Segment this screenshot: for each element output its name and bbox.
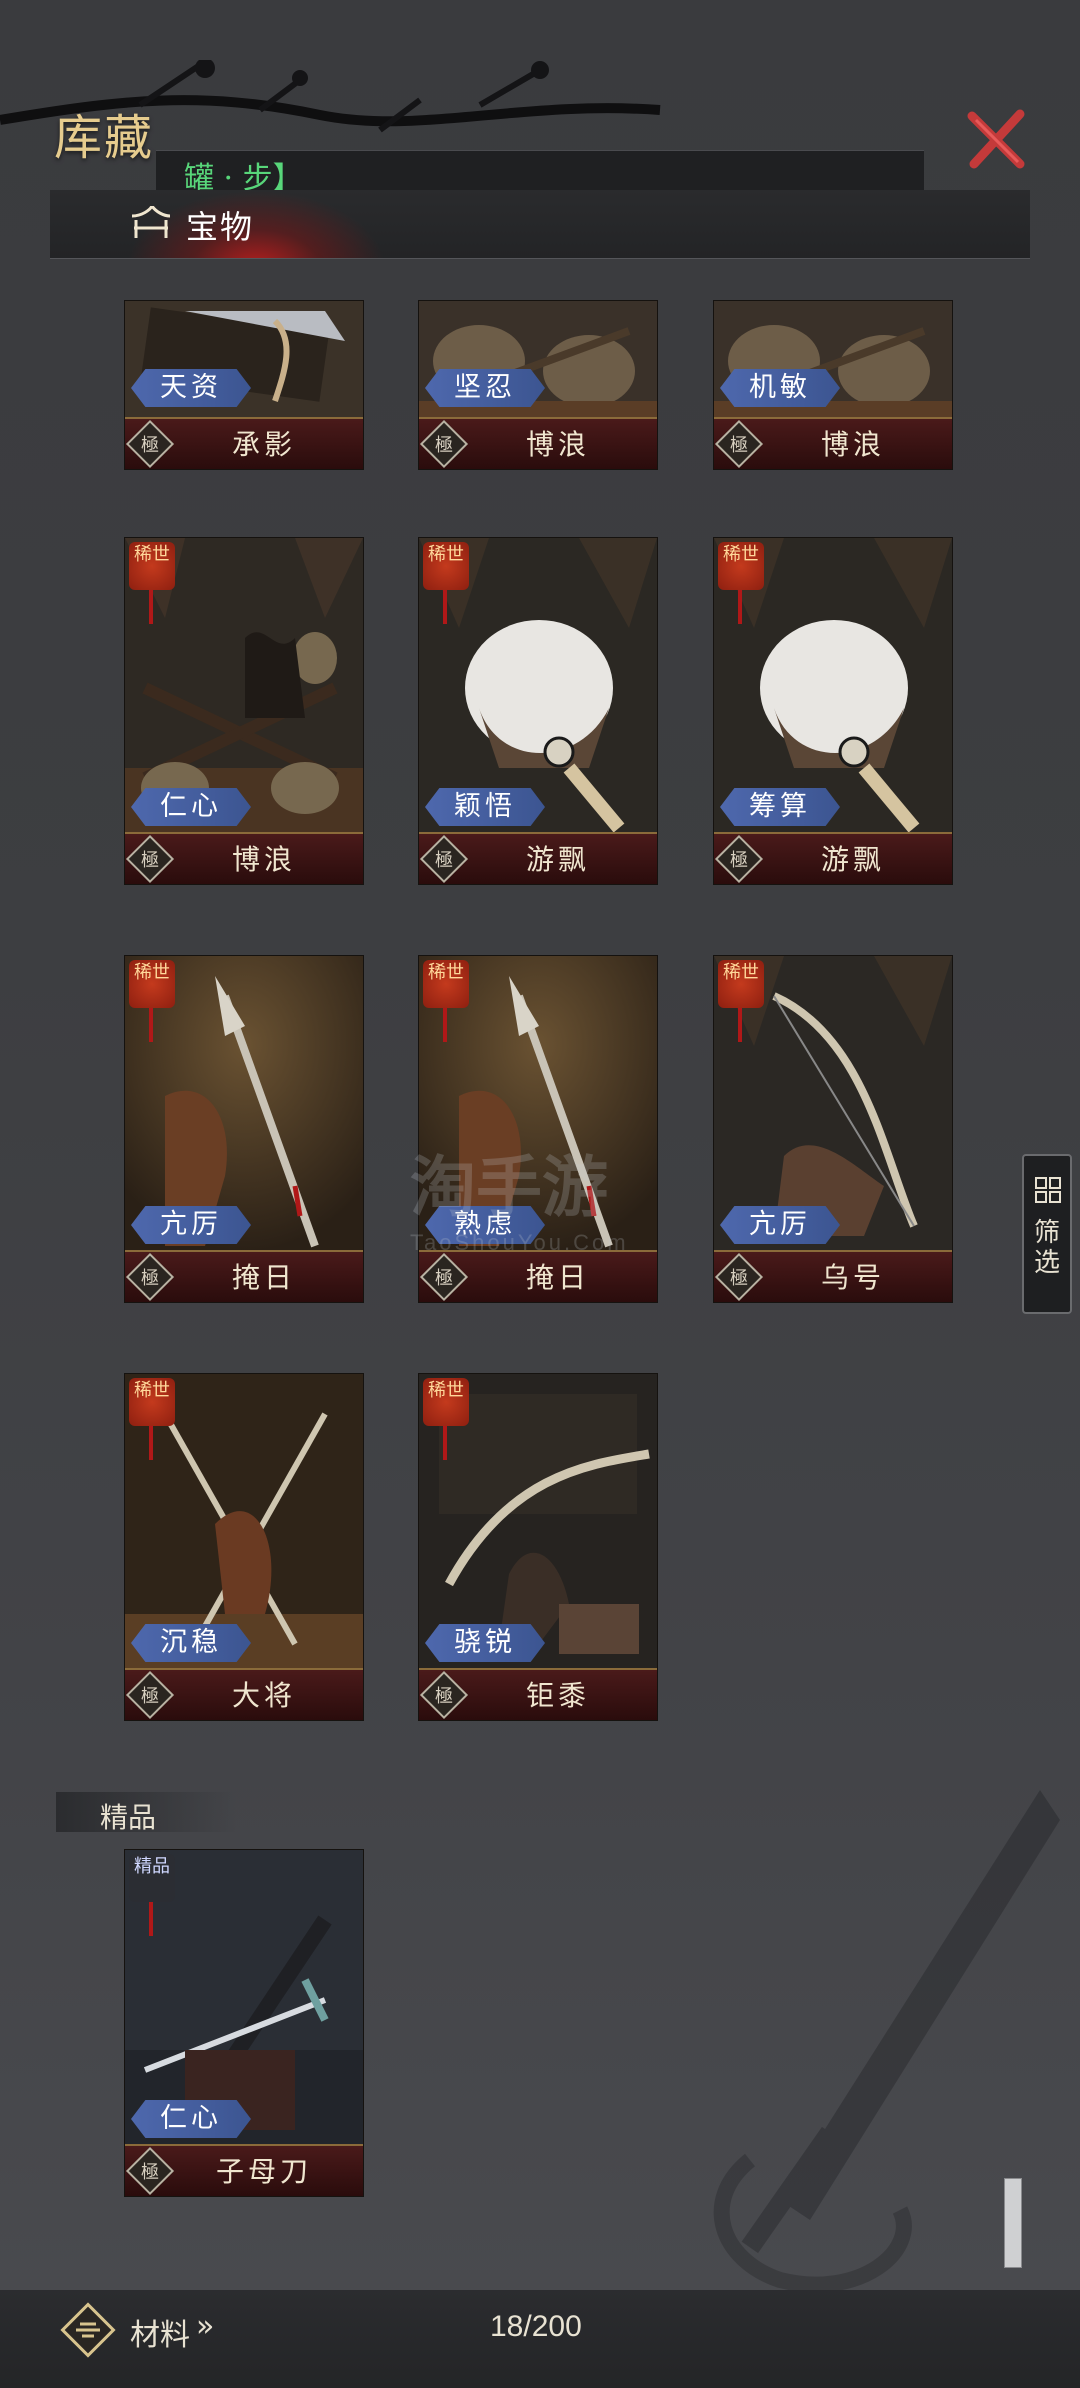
treasure-card[interactable]: 稀世 亢厉 極 掩日 <box>124 955 364 1303</box>
close-x-icon[interactable] <box>962 104 1032 174</box>
page-title: 库藏 <box>54 110 155 166</box>
grade-label: 極 <box>141 2162 159 2183</box>
rarity-seal-icon: 稀世 <box>423 1378 469 1426</box>
trait-badge: 沉稳 <box>131 1624 251 1662</box>
scrollbar-thumb[interactable] <box>1004 2178 1022 2268</box>
tassel-decoration <box>149 1902 153 1936</box>
rarity-seal-icon: 稀世 <box>718 542 764 590</box>
materials-label[interactable]: 材料 <box>130 2310 190 2354</box>
treasure-card[interactable]: 稀世 颖悟 極 游飘 <box>418 537 658 885</box>
tassel-decoration <box>443 1008 447 1042</box>
pavilion-icon <box>131 206 171 238</box>
filter-button[interactable]: 筛选 <box>1022 1154 1072 1314</box>
tassel-decoration <box>443 590 447 624</box>
grade-label: 極 <box>141 435 159 456</box>
tassel-decoration <box>149 1426 153 1460</box>
card-name-strip: 極 游飘 <box>714 832 952 884</box>
rarity-seal-icon: 稀世 <box>423 542 469 590</box>
grade-label: 極 <box>141 850 159 871</box>
tab-treasure-label[interactable]: 宝物 <box>186 202 254 248</box>
trait-badge: 坚忍 <box>425 369 545 407</box>
treasure-name: 游飘 <box>525 843 590 876</box>
sub-header-strip: 罐 · 步】 <box>156 150 924 196</box>
grade-label: 極 <box>435 435 453 456</box>
treasure-card[interactable]: 精品 仁心 極 子母刀 <box>124 1849 364 2197</box>
treasure-card[interactable]: 稀世 仁心 極 博浪 <box>124 537 364 885</box>
card-name-strip: 極 游飘 <box>419 832 657 884</box>
trait-badge: 骁锐 <box>425 1624 545 1662</box>
card-name-strip: 極 钜黍 <box>419 1668 657 1720</box>
trait-badge: 亢厉 <box>720 1206 840 1244</box>
card-name-strip: 極 掩日 <box>419 1250 657 1302</box>
card-name-strip: 極 承影 <box>125 417 363 469</box>
grade-label: 極 <box>435 850 453 871</box>
rarity-seal-icon: 稀世 <box>129 1378 175 1426</box>
treasure-card[interactable]: 机敏 極 博浪 <box>713 300 953 470</box>
rarity-seal-icon: 稀世 <box>129 542 175 590</box>
grid-filter-icon <box>1035 1177 1061 1203</box>
watermark: 淘手游 TaoShouYou.Com <box>410 1149 629 1255</box>
tassel-decoration <box>149 1008 153 1042</box>
trait-badge: 颖悟 <box>425 788 545 826</box>
card-name-strip: 極 掩日 <box>125 1250 363 1302</box>
materials-diamond-icon[interactable] <box>58 2300 118 2360</box>
treasure-name: 掩日 <box>525 1261 590 1294</box>
inventory-count: 18/200 <box>490 2310 582 2343</box>
treasure-name: 钜黍 <box>525 1679 590 1712</box>
treasure-card[interactable]: 天资 極 承影 <box>124 300 364 470</box>
card-name-strip: 極 博浪 <box>125 832 363 884</box>
grade-label: 極 <box>435 1686 453 1707</box>
grade-label: 極 <box>141 1686 159 1707</box>
treasure-name: 掩日 <box>231 1261 296 1294</box>
treasure-name: 大将 <box>231 1679 296 1712</box>
tassel-decoration <box>738 1008 742 1042</box>
treasure-card[interactable]: 稀世 筹算 極 游飘 <box>713 537 953 885</box>
treasure-name: 博浪 <box>525 428 590 461</box>
treasure-card[interactable]: 坚忍 極 博浪 <box>418 300 658 470</box>
grade-label: 極 <box>730 850 748 871</box>
section-label-jingpin: 精品 <box>56 1792 236 1834</box>
card-name-strip: 極 博浪 <box>419 417 657 469</box>
trait-badge: 筹算 <box>720 788 840 826</box>
treasure-card[interactable]: 稀世 沉稳 極 大将 <box>124 1373 364 1721</box>
rarity-seal-icon: 精品 <box>129 1854 175 1902</box>
trait-badge: 天资 <box>131 369 251 407</box>
treasure-card[interactable]: 稀世 骁锐 極 钜黍 <box>418 1373 658 1721</box>
tassel-decoration <box>149 590 153 624</box>
treasure-name: 子母刀 <box>215 2155 312 2188</box>
card-name-strip: 極 子母刀 <box>125 2144 363 2196</box>
grade-label: 極 <box>141 1268 159 1289</box>
double-chevron-right-icon[interactable]: » <box>196 2309 214 2344</box>
grade-label: 極 <box>435 1268 453 1289</box>
trait-badge: 仁心 <box>131 2100 251 2138</box>
trait-badge: 机敏 <box>720 369 840 407</box>
rarity-seal-icon: 稀世 <box>423 960 469 1008</box>
tassel-decoration <box>738 590 742 624</box>
trait-badge: 亢厉 <box>131 1206 251 1244</box>
treasure-card[interactable]: 稀世 亢厉 極 乌号 <box>713 955 953 1303</box>
treasure-name: 游飘 <box>820 843 885 876</box>
rarity-seal-icon: 稀世 <box>129 960 175 1008</box>
card-name-strip: 極 乌号 <box>714 1250 952 1302</box>
trait-badge: 仁心 <box>131 788 251 826</box>
treasure-name: 承影 <box>231 428 296 461</box>
card-name-strip: 極 大将 <box>125 1668 363 1720</box>
rarity-seal-icon: 稀世 <box>718 960 764 1008</box>
treasure-name: 博浪 <box>820 428 885 461</box>
treasure-name: 博浪 <box>231 843 296 876</box>
card-name-strip: 極 博浪 <box>714 417 952 469</box>
grade-label: 極 <box>730 435 748 456</box>
grade-label: 極 <box>730 1268 748 1289</box>
filter-label: 筛选 <box>1033 1218 1060 1278</box>
treasure-name: 乌号 <box>820 1261 885 1294</box>
tassel-decoration <box>443 1426 447 1460</box>
